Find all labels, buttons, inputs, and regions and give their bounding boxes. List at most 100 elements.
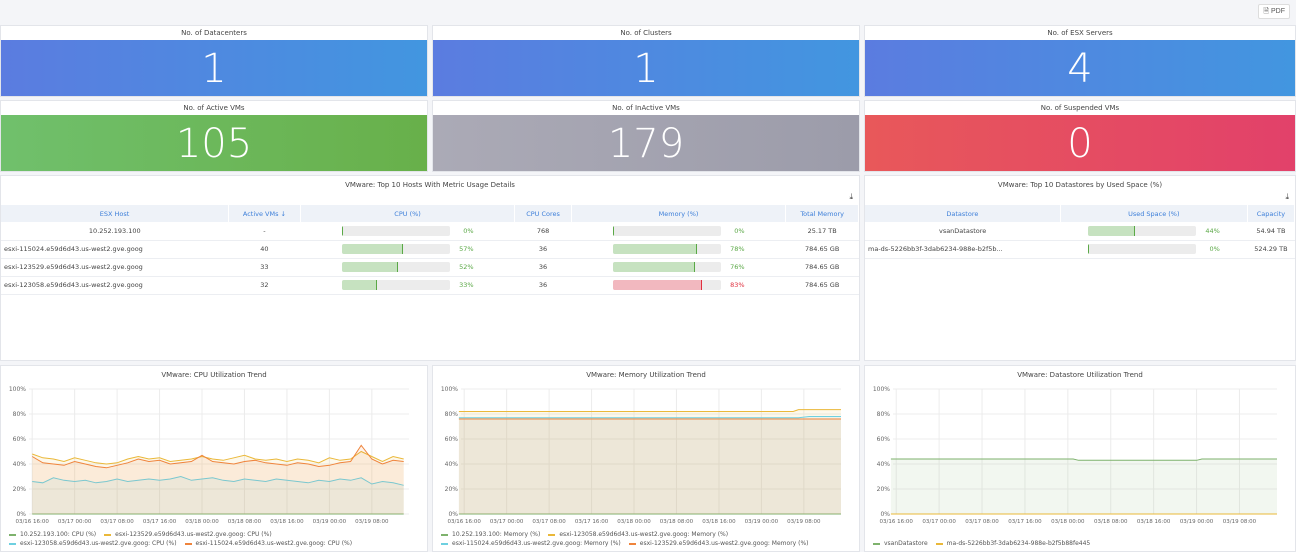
column-header[interactable]: Total Memory (785, 205, 859, 222)
x-tick-label: 03/17 08:00 (965, 519, 999, 525)
usage-percent: 0% (734, 226, 745, 235)
column-header[interactable]: ESX Host (1, 205, 230, 222)
x-tick-label: 03/16 16:00 (15, 519, 49, 525)
y-tick-label: 100% (873, 386, 890, 393)
download-icon[interactable]: ⤓ (849, 192, 853, 202)
column-header[interactable]: Capacity (1247, 205, 1296, 222)
x-tick-label: 03/17 08:00 (100, 519, 134, 525)
x-tick-label: 03/18 16:00 (702, 519, 736, 525)
hosts-table: ESX Host Active VMs ↓ CPU (%) CPU Cores Memo… (1, 205, 859, 295)
usage-bar-fill (612, 244, 697, 254)
capacity: 524.29 TB (1247, 240, 1295, 259)
memory-trend-chart: 0% 20% 40% 60% 80% 100% 03/16 16:00 03/17 00:00… (441, 386, 841, 525)
usage-bar-fill (1087, 244, 1089, 254)
usage-percent: 78% (730, 245, 745, 253)
usage-percent: 0% (463, 226, 474, 235)
legend-item[interactable]: esxi-115024.e59d6d43.us-west2.gve.goog: … (184, 539, 352, 548)
host-name: 10.252.193.100 (1, 222, 229, 241)
active-vms: 33 (228, 258, 301, 277)
legend-item[interactable]: esxi-115024.e59d6d43.us-west2.gve.goog: … (441, 539, 621, 548)
column-header[interactable]: Active VMs ↓ (228, 205, 301, 222)
legend-label: esxi-123058.e59d6d43.us-west2.gve.goog: … (559, 531, 729, 538)
x-tick-label: 03/19 00:00 (745, 519, 779, 525)
y-tick-label: 80% (445, 411, 459, 418)
pdf-export-button[interactable]: 🗎 PDF (1258, 4, 1290, 19)
y-tick-label: 60% (445, 436, 459, 443)
legend-swatch (548, 533, 556, 536)
legend-item[interactable]: esxi-123058.e59d6d43.us-west2.gve.goog: … (9, 539, 177, 548)
datastore-name: ma-ds-5226bb3f-3dab6234-988e-b2f5b... (865, 240, 1061, 259)
stat-title: No. of ESX Servers (1047, 29, 1113, 37)
chart-legend: vsanDatastore ma-ds-5226bb3f-3dab6234-988… (873, 539, 1291, 548)
host-name: esxi-115024.e59d6d43.us-west2.gve.goog (1, 240, 229, 259)
y-tick-label: 100% (441, 386, 458, 393)
cpu-trend-panel: VMware: CPU Utilization Trend 0% 20% 40% 60… (0, 365, 428, 552)
y-tick-label: 40% (445, 461, 459, 468)
hosts-table-panel: VMware: Top 10 Hosts With Metric Usage D… (0, 175, 860, 361)
column-header[interactable]: CPU (%) (300, 205, 516, 222)
legend-item[interactable]: esxi-123058.e59d6d43.us-west2.gve.goog: … (548, 530, 728, 539)
stat-active-vms: No. of Active VMs 105 (0, 100, 428, 172)
legend-item[interactable]: 10.252.193.100: Memory (%) (441, 530, 540, 539)
y-tick-label: 0% (880, 511, 890, 518)
legend-item[interactable]: ma-ds-5226bb3f-3dab6234-988e-b2f5b88fe44… (935, 539, 1090, 548)
panel-title: VMware: Top 10 Datastores by Used Space … (997, 181, 1163, 189)
x-tick-label: 03/17 16:00 (575, 519, 609, 525)
usage-bar-fill (612, 262, 695, 272)
stat-title: No. of Datacenters (181, 29, 247, 37)
total-memory: 784.65 GB (785, 258, 859, 277)
legend-swatch (441, 533, 448, 536)
stat-value: 1 (1, 40, 427, 96)
stat-value: 179 (433, 115, 859, 171)
legend-label: esxi-123058.e59d6d43.us-west2.gve.goog: … (20, 540, 177, 547)
download-icon[interactable]: ⤓ (1285, 192, 1289, 202)
column-header[interactable]: Used Space (%) (1060, 205, 1248, 222)
memory-cell: 76% (571, 258, 786, 277)
usage-bar-fill (341, 244, 404, 254)
y-tick-label: 40% (877, 461, 891, 468)
usage-bar (612, 280, 721, 290)
y-tick-label: 0% (448, 511, 458, 518)
legend-item[interactable]: vsanDatastore (873, 539, 928, 548)
usage-bar (612, 225, 721, 236)
cpu-cell: 57% (300, 240, 515, 259)
legend-item[interactable]: esxi-123529.e59d6d43.us-west2.gve.goog: … (104, 530, 272, 539)
y-tick-label: 100% (9, 386, 26, 393)
legend-label: esxi-123529.e59d6d43.us-west2.gve.goog: … (115, 531, 272, 538)
legend-label: 10.252.193.100: CPU (%) (20, 531, 97, 538)
legend-item[interactable]: esxi-123529.e59d6d43.us-west2.gve.goog: … (628, 539, 809, 548)
series-area (890, 459, 1277, 514)
column-header[interactable]: Datastore (865, 205, 1061, 222)
x-tick-label: 03/18 00:00 (1051, 519, 1085, 525)
usage-bar-fill (341, 280, 378, 290)
usage-bar (1087, 225, 1196, 236)
usage-bar (1087, 244, 1196, 254)
usage-bar-fill (341, 225, 343, 236)
panel-title: VMware: Top 10 Hosts With Metric Usage D… (345, 181, 515, 189)
cpu-cores: 36 (514, 240, 572, 259)
stat-title: No. of InActive VMs (612, 104, 680, 112)
usage-bar (341, 280, 450, 290)
column-header[interactable]: CPU Cores (514, 205, 572, 222)
column-header[interactable]: Memory (%) (571, 205, 787, 222)
top-bar: 🗎 PDF (0, 0, 1296, 24)
active-vms: - (228, 222, 301, 241)
y-tick-label: 80% (877, 411, 891, 418)
stat-value: 105 (1, 115, 427, 171)
legend-item[interactable]: 10.252.193.100: CPU (%) (9, 530, 96, 539)
y-tick-label: 20% (13, 486, 27, 493)
legend-swatch (628, 542, 636, 545)
cpu-cores: 768 (514, 222, 572, 241)
usage-bar-fill (341, 262, 398, 272)
x-tick-label: 03/18 08:00 (660, 519, 694, 525)
stat-datacenters: No. of Datacenters 1 (0, 25, 428, 97)
legend-label: esxi-115024.e59d6d43.us-west2.gve.goog: … (452, 540, 621, 547)
usage-percent: 83% (730, 281, 745, 289)
series-line (458, 409, 841, 412)
y-tick-label: 0% (16, 511, 26, 518)
table-row: esxi-123058.e59d6d43.us-west2.gve.goog 32… (1, 276, 859, 295)
cpu-cell: 52% (300, 258, 515, 277)
usage-bar (612, 262, 721, 272)
usage-bar (341, 262, 450, 272)
table-row: vsanDatastore 44% 54.94 TB (865, 222, 1295, 241)
